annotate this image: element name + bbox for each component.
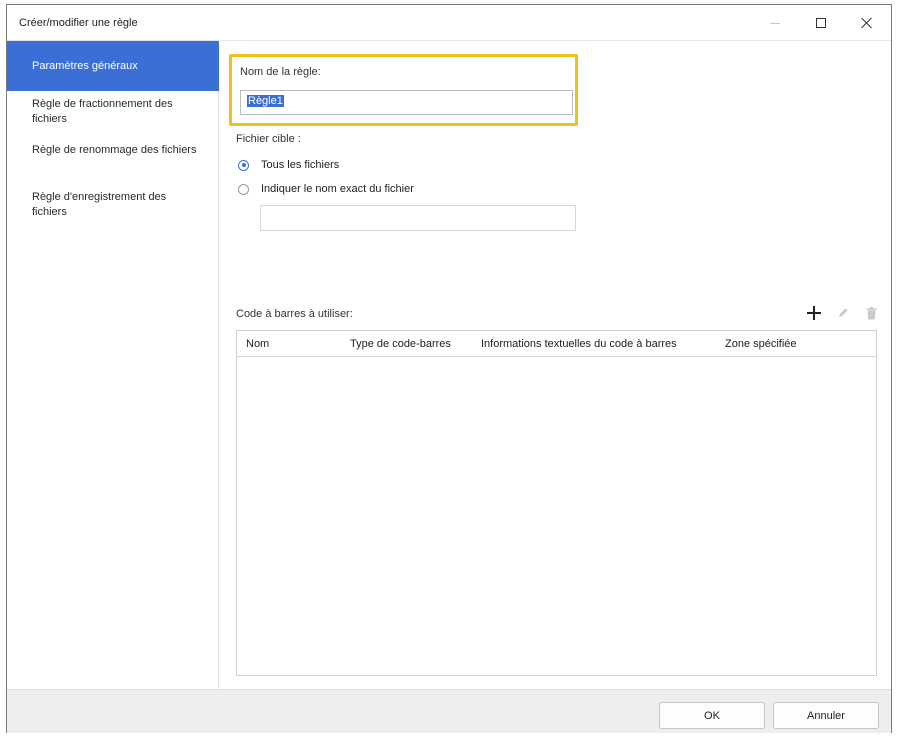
rule-name-value: Règle1 bbox=[247, 95, 284, 107]
target-file-label: Fichier cible : bbox=[236, 133, 301, 145]
sidebar-item-save-rule[interactable]: Règle d'enregistrement des fichiers bbox=[7, 190, 219, 220]
dialog-window: Créer/modifier une règle Paramètres géné… bbox=[6, 4, 892, 733]
add-barcode-button[interactable] bbox=[804, 303, 824, 323]
column-header-name[interactable]: Nom bbox=[246, 338, 269, 350]
close-button[interactable] bbox=[847, 9, 887, 37]
close-icon bbox=[861, 17, 873, 29]
delete-barcode-button[interactable] bbox=[861, 303, 881, 323]
sidebar: Paramètres généraux Règle de fractionnem… bbox=[7, 41, 219, 689]
column-header-type[interactable]: Type de code-barres bbox=[350, 338, 451, 350]
plus-icon bbox=[807, 306, 821, 320]
rule-name-input[interactable]: Règle1 bbox=[240, 90, 573, 115]
dialog-footer: OK Annuler bbox=[7, 689, 891, 733]
pencil-icon bbox=[839, 308, 848, 317]
window-title: Créer/modifier une règle bbox=[19, 17, 138, 29]
exact-filename-input[interactable] bbox=[260, 205, 576, 231]
sidebar-item-rename-rule[interactable]: Règle de renommage des fichiers bbox=[7, 143, 219, 158]
barcode-table[interactable]: Nom Type de code-barres Informations tex… bbox=[236, 330, 877, 676]
maximize-icon bbox=[816, 18, 826, 28]
sidebar-item-split-rule[interactable]: Règle de fractionnement des fichiers bbox=[7, 97, 219, 127]
barcode-section-label: Code à barres à utiliser: bbox=[236, 308, 353, 320]
radio-all-files-indicator[interactable] bbox=[238, 159, 249, 171]
radio-exact-filename-label: Indiquer le nom exact du fichier bbox=[261, 183, 414, 195]
title-bar[interactable]: Créer/modifier une règle bbox=[7, 5, 891, 41]
rule-name-highlight: Nom de la règle: Règle1 bbox=[229, 54, 578, 126]
minimize-icon bbox=[770, 22, 780, 24]
radio-exact-filename[interactable]: Indiquer le nom exact du fichier bbox=[238, 181, 414, 197]
maximize-button[interactable] bbox=[801, 9, 841, 37]
main-panel: Nom de la règle: Règle1 Fichier cible : … bbox=[220, 41, 891, 689]
sidebar-item-general-settings[interactable]: Paramètres généraux bbox=[7, 41, 219, 91]
rule-name-label: Nom de la règle: bbox=[240, 66, 321, 78]
column-header-text-info[interactable]: Informations textuelles du code à barres bbox=[481, 338, 677, 350]
ok-button[interactable]: OK bbox=[659, 702, 765, 729]
column-header-zone[interactable]: Zone spécifiée bbox=[725, 338, 797, 350]
barcode-table-header: Nom Type de code-barres Informations tex… bbox=[237, 331, 876, 357]
radio-all-files-label: Tous les fichiers bbox=[261, 159, 340, 171]
cancel-button[interactable]: Annuler bbox=[773, 702, 879, 729]
radio-all-files[interactable]: Tous les fichiers bbox=[238, 157, 339, 173]
radio-exact-filename-indicator[interactable] bbox=[238, 183, 249, 195]
minimize-button[interactable] bbox=[755, 9, 795, 37]
edit-barcode-button[interactable] bbox=[833, 303, 853, 323]
trash-icon bbox=[866, 306, 876, 319]
